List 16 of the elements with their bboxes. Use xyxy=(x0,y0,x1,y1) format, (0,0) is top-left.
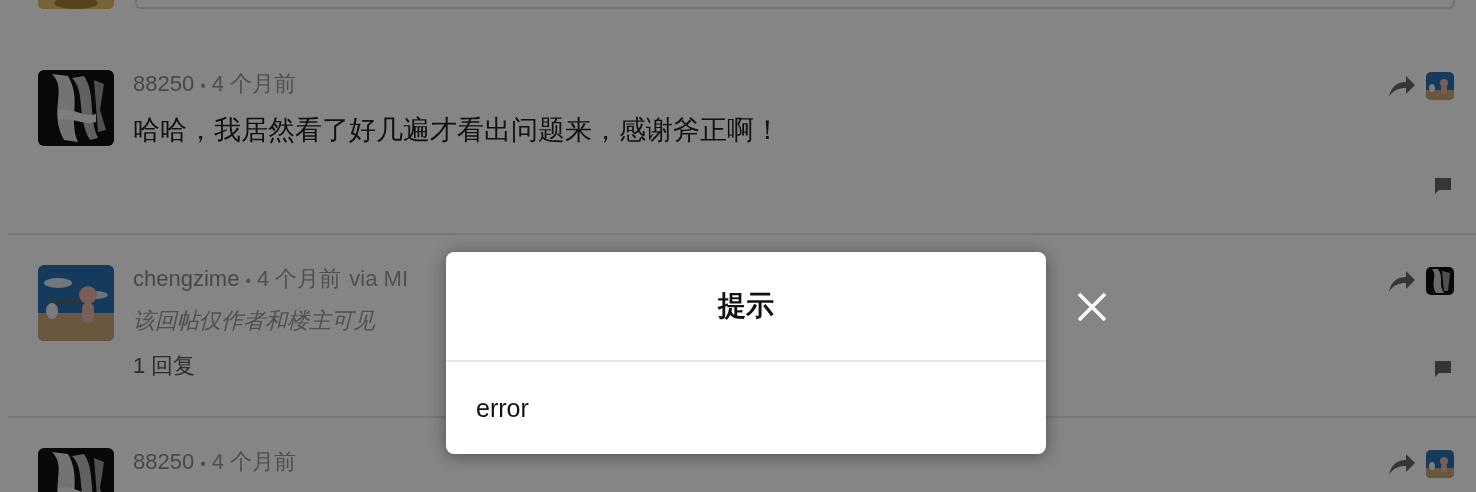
share-arrow-icon[interactable] xyxy=(1388,269,1416,293)
separator-dot: • xyxy=(200,455,206,472)
share-arrow-icon[interactable] xyxy=(1388,74,1416,98)
comment-icon[interactable] xyxy=(1434,360,1452,378)
dialog-title: 提示 xyxy=(446,252,1046,362)
reply-count[interactable]: 1 回复 xyxy=(133,346,196,386)
author-name[interactable]: chengzime xyxy=(133,266,240,291)
author-name[interactable]: 88250 xyxy=(133,449,195,474)
close-icon[interactable] xyxy=(1077,292,1107,322)
dialog-message: error xyxy=(476,394,529,422)
separator-dot: • xyxy=(200,77,206,94)
share-arrow-icon[interactable] xyxy=(1388,452,1416,476)
comment-text: 哈哈，我居然看了好几遍才看出问题来，感谢斧正啊！ xyxy=(133,114,781,147)
author-name[interactable]: 88250 xyxy=(133,71,195,96)
separator-dot: • xyxy=(245,272,251,289)
comment-icon[interactable] xyxy=(1434,177,1452,195)
